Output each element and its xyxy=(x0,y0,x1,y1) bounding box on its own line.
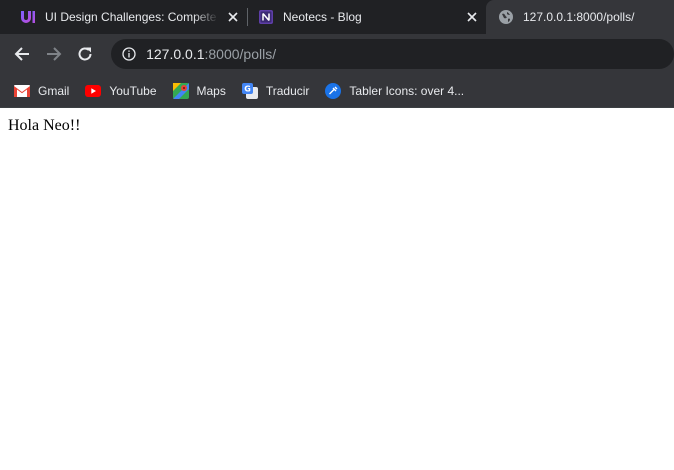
notion-logo-icon xyxy=(258,9,274,25)
tabler-icons-icon xyxy=(325,82,342,99)
reload-button[interactable] xyxy=(73,42,97,66)
close-icon[interactable] xyxy=(225,9,241,25)
bookmark-traducir[interactable]: G Traducir xyxy=(241,82,310,99)
address-bar[interactable]: 127.0.0.1:8000/polls/ xyxy=(111,39,674,69)
site-info-icon[interactable] xyxy=(121,46,137,62)
bookmark-gmail[interactable]: Gmail xyxy=(14,83,69,99)
uxtools-logo-icon xyxy=(20,9,36,25)
bookmark-label: Gmail xyxy=(38,83,70,98)
back-button[interactable] xyxy=(10,42,34,66)
url-host: 127.0.0.1 xyxy=(146,46,205,62)
youtube-icon xyxy=(85,83,102,99)
url-text: 127.0.0.1:8000/polls/ xyxy=(146,46,276,62)
tab-ui-design-challenges[interactable]: UI Design Challenges: Compete xyxy=(10,0,245,34)
arrow-left-icon xyxy=(14,47,29,61)
gmail-icon xyxy=(14,83,30,99)
google-translate-icon: G xyxy=(241,82,258,99)
svg-text:G: G xyxy=(244,84,251,93)
maps-icon xyxy=(172,82,189,99)
tab-neotecs-blog[interactable]: Neotecs - Blog xyxy=(248,0,484,34)
tab-title: 127.0.0.1:8000/polls/ xyxy=(523,10,635,24)
bookmark-maps[interactable]: Maps xyxy=(172,82,226,99)
bookmark-youtube[interactable]: YouTube xyxy=(85,83,157,99)
arrow-right-icon xyxy=(46,47,61,61)
reload-icon xyxy=(78,47,92,61)
bookmark-label: YouTube xyxy=(109,83,157,98)
tab-title: UI Design Challenges: Compete xyxy=(45,10,217,24)
close-icon[interactable] xyxy=(464,9,480,25)
tab-strip: UI Design Challenges: Compete Neotecs - … xyxy=(0,0,674,34)
page-greeting: Hola Neo!! xyxy=(8,117,81,134)
bookmark-label: Traducir xyxy=(265,83,310,98)
page-content: Hola Neo!! xyxy=(0,108,674,469)
toolbar: 127.0.0.1:8000/polls/ xyxy=(0,34,674,74)
tab-title: Neotecs - Blog xyxy=(283,10,362,24)
bookmark-tabler-icons[interactable]: Tabler Icons: over 4... xyxy=(325,82,465,99)
bookmark-label: Tabler Icons: over 4... xyxy=(349,83,465,98)
bookmark-label: Maps xyxy=(196,83,226,98)
forward-button[interactable] xyxy=(42,42,66,66)
url-path: :8000/polls/ xyxy=(204,46,277,62)
globe-icon xyxy=(498,9,514,25)
bookmarks-bar: Gmail YouTube Maps G Traducir Tabler Ico… xyxy=(0,74,674,108)
browser-chrome: UI Design Challenges: Compete Neotecs - … xyxy=(0,0,674,108)
tab-polls-active[interactable]: 127.0.0.1:8000/polls/ xyxy=(486,0,674,34)
